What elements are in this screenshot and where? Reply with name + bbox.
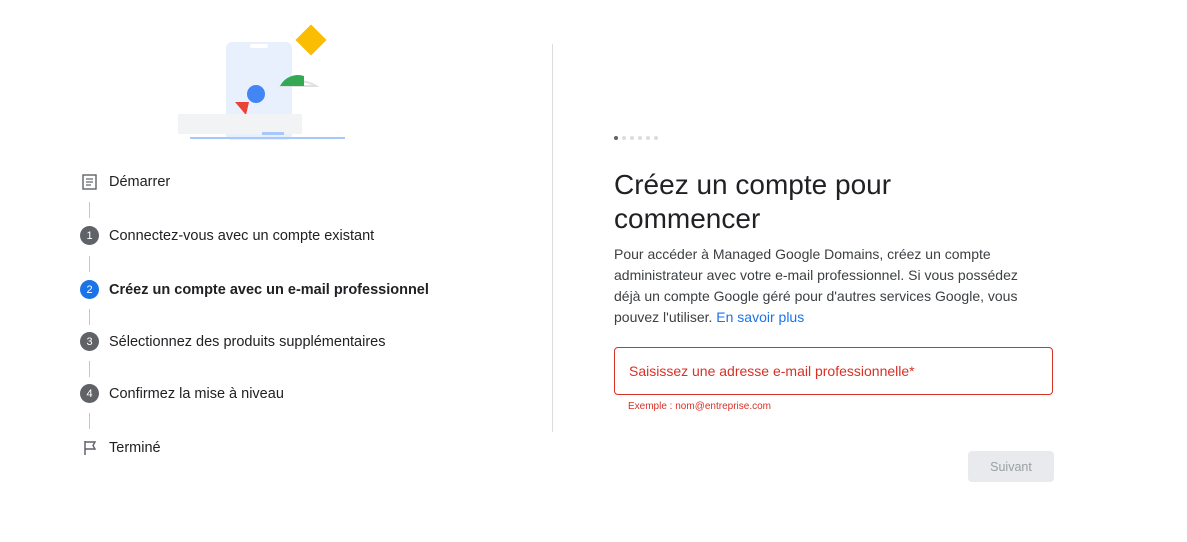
step-number-badge: 2 [80, 280, 99, 299]
step-number-badge: 1 [80, 226, 99, 245]
flag-icon [80, 438, 99, 457]
step-label: Sélectionnez des produits supplémentaire… [109, 333, 386, 350]
step-label: Démarrer [109, 173, 171, 190]
step-connector [89, 309, 90, 325]
step-label: Créez un compte avec un e-mail professio… [109, 281, 429, 298]
progress-dot [630, 136, 634, 140]
description-text: Pour accéder à Managed Google Domains, c… [614, 246, 1018, 325]
email-field [614, 347, 1053, 395]
learn-more-link[interactable]: En savoir plus [716, 309, 804, 325]
card-shape [178, 114, 302, 134]
step-2-current: 2 Créez un compte avec un e-mail profess… [80, 280, 429, 299]
progress-dot [622, 136, 626, 140]
progress-dot [646, 136, 650, 140]
step-connector [89, 361, 90, 377]
vertical-divider [552, 44, 553, 432]
page-title: Créez un compte pour commencer [614, 169, 892, 234]
step-label: Confirmez la mise à niveau [109, 385, 284, 402]
step-label: Connectez-vous avec un compte existant [109, 227, 375, 244]
step-1: 1 Connectez-vous avec un compte existant [80, 226, 374, 245]
step-3: 3 Sélectionnez des produits supplémentai… [80, 332, 385, 351]
step-start: Démarrer [80, 172, 170, 191]
progress-dot [654, 136, 658, 140]
step-connector [89, 202, 90, 218]
email-input[interactable] [615, 348, 1052, 394]
email-hint: Exemple : nom@entreprise.com [628, 401, 771, 412]
step-4: 4 Confirmez la mise à niveau [80, 384, 284, 403]
hero-illustration [178, 24, 345, 140]
step-label: Terminé [109, 439, 161, 456]
step-connector [89, 256, 90, 272]
blue-circle [247, 85, 265, 103]
progress-dot-active [614, 136, 618, 140]
step-number-badge: 3 [80, 332, 99, 351]
step-done: Terminé [80, 438, 161, 457]
progress-dot [638, 136, 642, 140]
step-connector [89, 413, 90, 429]
page-description: Pour accéder à Managed Google Domains, c… [614, 244, 1044, 328]
yellow-diamond [295, 24, 327, 56]
step-number-badge: 4 [80, 384, 99, 403]
next-button[interactable]: Suivant [968, 451, 1054, 482]
progress-dots [614, 136, 658, 140]
document-icon [80, 172, 99, 191]
